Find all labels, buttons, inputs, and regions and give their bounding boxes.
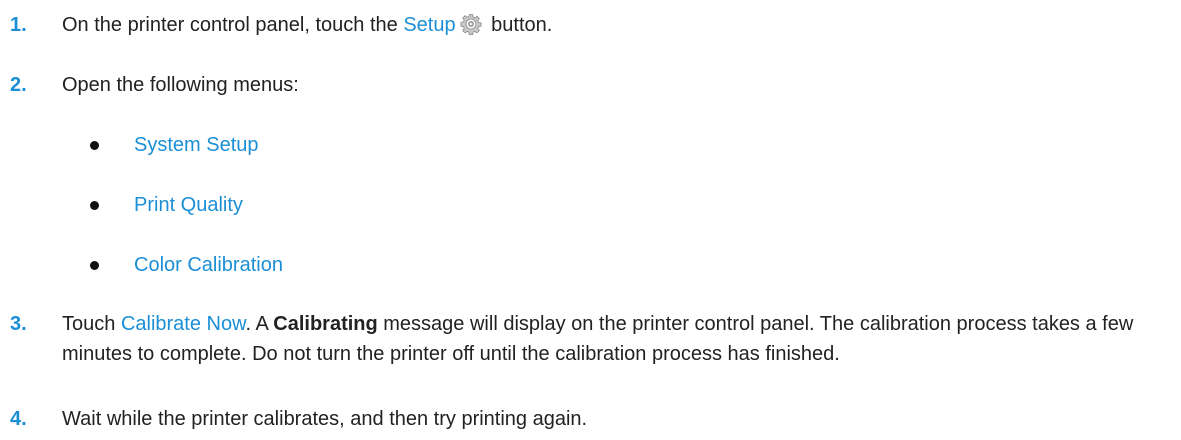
- list-item: System Setup: [0, 130, 1181, 160]
- step-number: 3.: [10, 313, 27, 335]
- calibrating-message: Calibrating: [273, 313, 378, 335]
- step-text-before: Touch: [62, 313, 121, 335]
- calibrate-now-link: Calibrate Now: [120, 313, 246, 335]
- step-number: 2.: [10, 74, 27, 96]
- step-number: 4.: [10, 408, 27, 430]
- menu-color-calibration: Color Calibration: [134, 254, 283, 276]
- step-text: Open the following menus:: [62, 74, 299, 96]
- step-text-before: On the printer control panel, touch the: [62, 14, 404, 36]
- bullet-icon: [90, 201, 99, 210]
- menu-system-setup: System Setup: [134, 134, 259, 156]
- bullet-icon: [90, 141, 99, 150]
- step-text: On the printer control panel, touch the …: [62, 10, 1162, 40]
- bullet-icon: [90, 261, 99, 270]
- list-item: Print Quality: [0, 190, 1181, 220]
- step-text: Wait while the printer calibrates, and t…: [62, 408, 588, 430]
- setup-menu-link: Setup: [403, 14, 456, 36]
- list-item: Color Calibration: [0, 250, 1181, 280]
- document-page: { "steps": [ { "number": "1.", "text_bef…: [0, 0, 1181, 440]
- gear-icon: [460, 13, 482, 36]
- step-text: Touch Calibrate Now. A Calibrating messa…: [62, 309, 1162, 369]
- step-text-mid: . A: [245, 313, 274, 335]
- step-text-after: button.: [485, 14, 553, 36]
- step-number: 1.: [10, 14, 27, 36]
- menu-print-quality: Print Quality: [134, 194, 243, 216]
